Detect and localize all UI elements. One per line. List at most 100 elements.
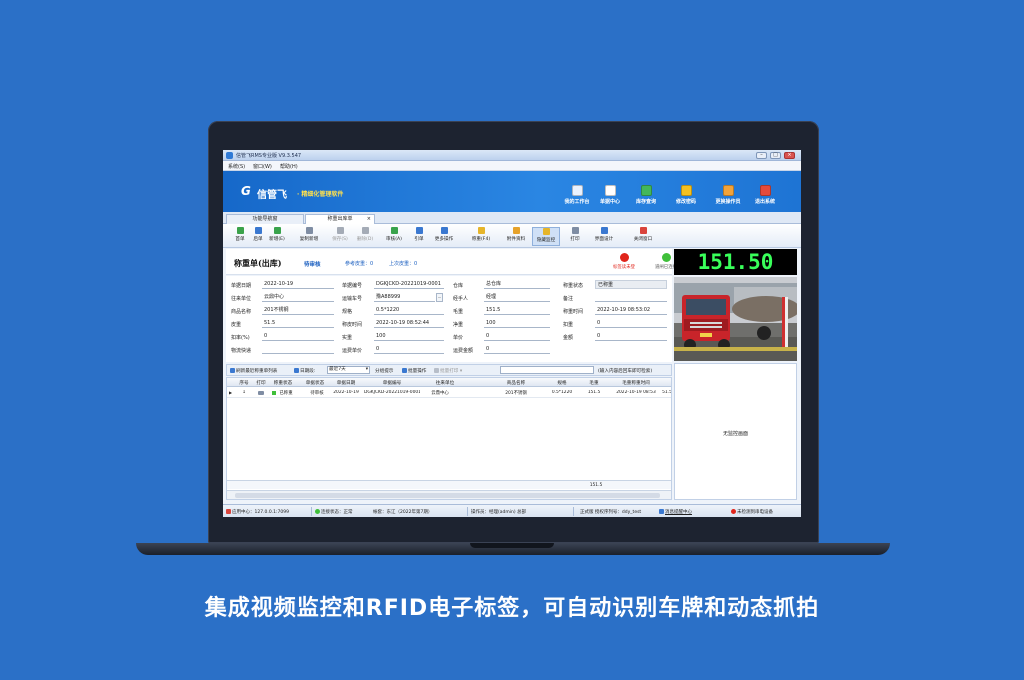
lock-icon (680, 185, 692, 196)
table-cell: 已称重 (279, 391, 293, 396)
green-status-light-icon (661, 253, 671, 262)
batch-print-button[interactable]: 批量打印 ▾ (434, 368, 462, 374)
nav-label: 库存查询 (635, 199, 656, 205)
column-header[interactable]: 毛重称重时间 (609, 380, 663, 386)
field-input[interactable]: 0 (484, 332, 550, 341)
copy-button[interactable]: 复制新增 (295, 227, 323, 246)
refresh-list-button[interactable]: 刷新最近称重单列表 (230, 368, 277, 374)
maximize-button[interactable]: □ (770, 152, 781, 159)
close-window-button[interactable]: 关闭窗口 (628, 227, 658, 246)
column-header[interactable]: 序号 (237, 380, 251, 386)
menu-system[interactable]: 系统(S) (228, 163, 245, 170)
field-input[interactable]: DGKJCKD-20221019-0001 (374, 280, 444, 289)
nav-user-button[interactable]: 更换操作员 (711, 185, 745, 209)
app-center-icon (226, 509, 231, 514)
field-input[interactable]: 0.5*1220 (374, 306, 444, 315)
field-input[interactable]: 100 (374, 332, 444, 341)
table-row[interactable]: ▶ 1 已称重 待审核 2022-10-19 DGKJCKD-20221019-0001 云… (227, 388, 671, 398)
field-input[interactable]: 0 (374, 345, 444, 354)
tab-function-nav[interactable]: 功能导航窗 (226, 214, 304, 224)
attachment-icon (512, 227, 520, 234)
toolbar-label: 删除(D) (356, 237, 374, 242)
attachment-button[interactable]: 附件资料 (503, 227, 529, 246)
toolbar-label: 保存(S) (332, 237, 348, 242)
field-label: 皮重 (231, 322, 242, 328)
date-range-select[interactable]: 最近7天 ▾ (327, 366, 370, 374)
nav-monitor-button[interactable]: 我的工作台 (560, 185, 594, 209)
red-status-light-icon (619, 253, 629, 262)
batch-operation-button[interactable]: 批量操作 (402, 368, 426, 374)
scrollbar-thumb[interactable] (235, 493, 660, 498)
nav-warehouse-button[interactable]: 库存查询 (629, 185, 663, 209)
horizontal-scrollbar[interactable] (227, 490, 671, 499)
field-input[interactable]: 2022-10-19 08:52:44 (374, 319, 444, 328)
toolbar-label: 新增(E) (269, 237, 285, 242)
field-input[interactable]: 100 (484, 319, 550, 328)
minimize-button[interactable]: – (756, 152, 767, 159)
field-input[interactable]: 0 (595, 332, 667, 341)
field-input[interactable] (262, 345, 334, 354)
field-input[interactable]: 已称重 (595, 280, 667, 289)
column-header[interactable]: 单据编号 (365, 380, 419, 386)
nav-label: 更换操作员 (715, 199, 741, 205)
design-button[interactable]: 界面设计 (591, 227, 617, 246)
column-header[interactable]: 称重状态 (271, 380, 295, 386)
first-button[interactable]: 首单 (232, 227, 248, 246)
save-button[interactable]: 保存(S) (329, 227, 351, 246)
monitor-toggle-button[interactable]: 隐藏监控 (532, 227, 560, 246)
print-icon[interactable] (258, 391, 264, 395)
copy-icon (305, 227, 313, 234)
field-input[interactable]: 0 (484, 345, 550, 354)
print-button[interactable]: 打印 (567, 227, 583, 246)
column-header[interactable]: 规格 (547, 380, 577, 386)
nav-document-button[interactable]: 单据中心 (593, 185, 627, 209)
next-button[interactable]: 后单 (250, 227, 266, 246)
column-header[interactable]: 打印 (254, 380, 268, 386)
field-input[interactable]: 51.5 (262, 319, 334, 328)
close-tab-icon[interactable]: × (367, 215, 371, 223)
close-window-icon (639, 227, 647, 234)
add-button[interactable]: 新增(E) (266, 227, 288, 246)
column-header[interactable]: 商品名称 (491, 380, 541, 386)
message-center-link[interactable]: 消息提醒中心 (659, 509, 692, 515)
field-input[interactable]: 2022-10-19 08:53:02 (595, 306, 667, 315)
tab-weigh-outbound[interactable]: 称重出库单 × (305, 214, 375, 224)
column-header[interactable]: 毛重 (582, 380, 606, 386)
column-header[interactable]: 单据日期 (331, 380, 361, 386)
field-input[interactable]: 0 (595, 319, 667, 328)
column-header[interactable]: 单据状态 (301, 380, 329, 386)
search-input[interactable] (500, 366, 594, 374)
field-input[interactable]: 豫A88999 (374, 293, 435, 302)
field-input[interactable]: 云鼎中心 (262, 293, 334, 302)
menu-window[interactable]: 窗口(W) (253, 163, 272, 170)
field-input[interactable]: 2022-10-19 (262, 280, 334, 289)
nav-exit-button[interactable]: 退出系统 (748, 185, 782, 209)
nav-lock-button[interactable]: 修改密码 (669, 185, 703, 209)
field-label: 扣重 (563, 322, 574, 328)
column-header[interactable]: 往来单位 (420, 380, 470, 386)
more-button[interactable]: 更多操作 (430, 227, 458, 246)
field-input[interactable]: 经理 (484, 293, 550, 302)
import-button[interactable]: 引单 (411, 227, 427, 246)
field-input[interactable]: 151.5 (484, 306, 550, 315)
scale-icon (477, 227, 485, 234)
divider (311, 507, 312, 516)
form-row: 扣率(%) 0 实重 100 单价 0 金额 0 (226, 331, 672, 344)
field-input[interactable] (595, 293, 667, 302)
approval-status: 待审核 (304, 262, 321, 268)
group-hint-button[interactable]: 分组提示 (375, 368, 393, 374)
toolbar-label: 审核(A) (386, 237, 402, 242)
table-cell: 0.5*1220 (551, 390, 573, 395)
delete-button[interactable]: 删除(D) (354, 227, 376, 246)
truck-photo (674, 277, 797, 361)
field-input[interactable]: 总仓库 (484, 280, 550, 289)
form-row: 商品名称 201不锈钢 规格 0.5*1220 毛重 151.5 称重时间 2022-10-1… (226, 305, 672, 318)
scale-button[interactable]: 称重(F4) (467, 227, 495, 246)
more-icon (440, 227, 448, 234)
close-button[interactable]: × (784, 152, 795, 159)
lookup-button[interactable]: ... (436, 293, 443, 302)
menu-help[interactable]: 帮助(H) (280, 163, 298, 170)
field-input[interactable]: 0 (262, 332, 334, 341)
approve-button[interactable]: 审核(A) (383, 227, 405, 246)
field-input[interactable]: 201不锈钢 (262, 306, 334, 315)
